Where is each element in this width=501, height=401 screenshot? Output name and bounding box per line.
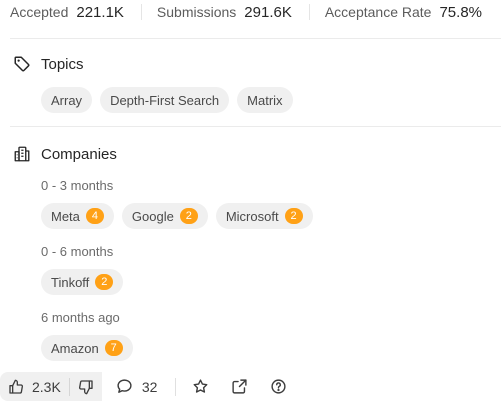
companies-header[interactable]: Companies [13, 145, 117, 163]
stats-bar: Accepted 221.1K Submissions 291.6K Accep… [0, 0, 501, 24]
dislike-button[interactable] [78, 379, 94, 395]
acceptance-rate-value: 75.8% [439, 3, 483, 21]
company-count-badge: 7 [104, 340, 123, 356]
topics-header[interactable]: Topics [13, 55, 84, 73]
like-button[interactable]: 2.3K [8, 379, 61, 395]
company-count-badge: 2 [95, 274, 114, 290]
companies-title: Companies [41, 145, 117, 163]
company-chip-amazon[interactable]: Amazon 7 [41, 335, 133, 361]
company-name: Amazon [51, 340, 99, 356]
acceptance-rate-label: Acceptance Rate [324, 3, 432, 20]
accepted-label: Accepted [10, 3, 69, 20]
like-count: 2.3K [32, 378, 61, 395]
company-chips: Amazon 7 [41, 335, 133, 361]
topic-chip[interactable]: Array [41, 87, 93, 113]
stats-divider [140, 4, 142, 20]
building-icon [14, 146, 30, 162]
divider [10, 126, 501, 127]
company-chips: Tinkoff 2 [41, 269, 124, 295]
action-bar: 2.3K 32 [0, 372, 287, 401]
divider [10, 38, 501, 39]
comment-icon [117, 379, 132, 393]
stats-divider [308, 4, 310, 20]
period-label: 0 - 6 months [41, 244, 114, 259]
topic-chips: Array Depth-First Search Matrix [41, 87, 293, 113]
action-divider [175, 377, 177, 396]
company-chip-microsoft[interactable]: Microsoft 2 [215, 203, 313, 229]
company-chips: Meta 4 Google 2 Microsoft 2 [41, 203, 313, 229]
company-name: Meta [51, 208, 80, 224]
submissions-stat: Submissions 291.6K [157, 4, 292, 21]
company-chip-tinkoff[interactable]: Tinkoff 2 [41, 269, 124, 295]
period-label: 6 months ago [41, 310, 120, 325]
thumbs-up-icon [9, 379, 23, 394]
acceptance-rate-stat: Acceptance Rate 75.8% [325, 4, 482, 21]
submissions-label: Submissions [156, 3, 237, 20]
help-button[interactable] [270, 378, 287, 395]
company-count-badge: 4 [85, 208, 104, 224]
company-count-badge: 2 [179, 208, 198, 224]
favorite-button[interactable] [192, 378, 209, 395]
vote-group: 2.3K [0, 372, 102, 401]
vote-divider [68, 377, 70, 396]
company-chip-google[interactable]: Google 2 [121, 203, 208, 229]
share-button[interactable] [231, 378, 248, 395]
period-label: 0 - 3 months [41, 178, 114, 193]
question-icon [271, 379, 286, 394]
topic-chip[interactable]: Matrix [237, 87, 293, 113]
company-name: Google [131, 208, 174, 224]
thumbs-down-icon [78, 379, 93, 394]
accepted-stat: Accepted 221.1K [10, 4, 124, 21]
comment-count: 32 [141, 378, 158, 395]
comments-button[interactable]: 32 [116, 378, 158, 395]
tag-icon [14, 56, 30, 72]
accepted-value: 221.1K [76, 3, 124, 21]
topics-title: Topics [41, 55, 84, 73]
company-chip-meta[interactable]: Meta 4 [41, 203, 114, 229]
topic-chip[interactable]: Depth-First Search [100, 87, 230, 113]
company-name: Tinkoff [51, 274, 90, 290]
submissions-value: 291.6K [244, 3, 292, 21]
star-icon [193, 379, 208, 393]
share-icon [232, 379, 247, 394]
company-count-badge: 2 [284, 208, 303, 224]
company-name: Microsoft [225, 208, 279, 224]
